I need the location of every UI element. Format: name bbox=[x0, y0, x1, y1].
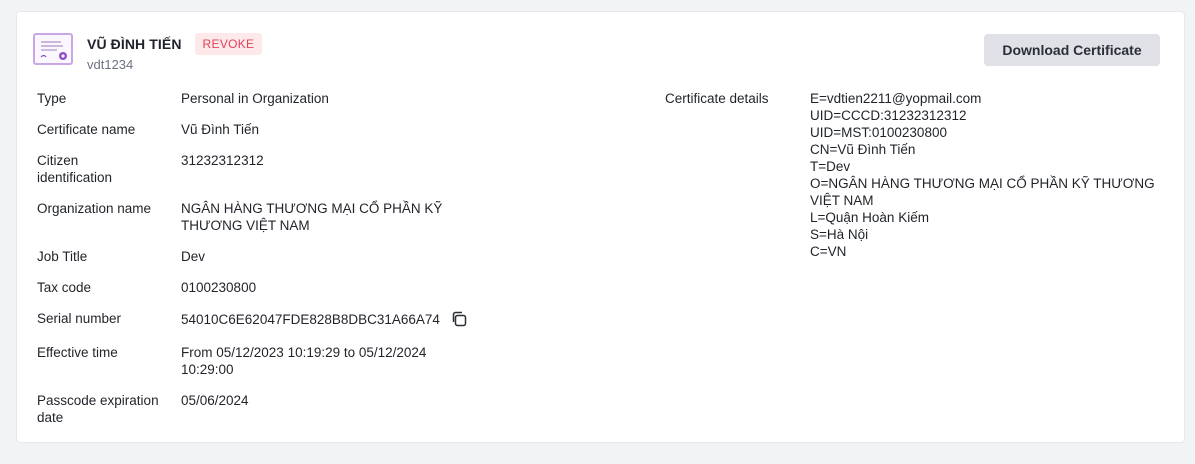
holder-info: VŨ ĐÌNH TIẾN REVOKE vdt1234 bbox=[87, 33, 263, 72]
field-value: NGÂN HÀNG THƯƠNG MẠI CỔ PHẦN KỸ THƯƠNG V… bbox=[181, 201, 443, 233]
field-value: From 05/12/2023 10:19:29 to 05/12/2024 1… bbox=[181, 345, 427, 377]
detail-line: CN=Vũ Đình Tiến bbox=[810, 142, 916, 157]
holder-name: VŨ ĐÌNH TIẾN bbox=[87, 36, 182, 52]
field-citizen-identification: Citizen identification 31232312312 bbox=[37, 152, 597, 186]
field-serial-number: Serial number 54010C6E62047FDE828B8DBC31… bbox=[37, 310, 597, 328]
field-label: Effective time bbox=[37, 345, 118, 360]
copy-icon[interactable] bbox=[450, 310, 468, 328]
certificate-card: VŨ ĐÌNH TIẾN REVOKE vdt1234 Download Cer… bbox=[16, 11, 1185, 443]
detail-line: E=vdtien2211@yopmail.com bbox=[810, 91, 982, 106]
field-label: Citizen identification bbox=[37, 153, 113, 185]
detail-line: T=Dev bbox=[810, 159, 851, 174]
detail-line: UID=MST:0100230800 bbox=[810, 125, 947, 140]
certificate-details-label: Certificate details bbox=[665, 91, 769, 106]
field-label: Passcode expiration date bbox=[37, 393, 159, 425]
detail-line: UID=CCCD:31232312312 bbox=[810, 108, 967, 123]
detail-line: O=NGÂN HÀNG THƯƠNG MẠI CỔ PHẦN KỸ THƯƠNG… bbox=[810, 176, 1155, 208]
field-label: Tax code bbox=[37, 280, 92, 295]
certificate-details: Certificate details E=vdtien2211@yopmail… bbox=[665, 90, 1160, 260]
detail-line: S=Hà Nội bbox=[810, 227, 869, 242]
field-value: Dev bbox=[181, 249, 206, 264]
holder-name-row: VŨ ĐÌNH TIẾN REVOKE bbox=[87, 33, 263, 55]
field-organization-name: Organization name NGÂN HÀNG THƯƠNG MẠI C… bbox=[37, 200, 597, 234]
field-value: 0100230800 bbox=[181, 280, 257, 295]
field-type: Type Personal in Organization bbox=[37, 90, 597, 107]
field-value: Personal in Organization bbox=[181, 91, 329, 106]
field-label: Certificate name bbox=[37, 122, 136, 137]
field-job-title: Job Title Dev bbox=[37, 248, 597, 265]
certificate-icon bbox=[33, 33, 73, 65]
detail-line: C=VN bbox=[810, 244, 847, 259]
field-value: 05/06/2024 bbox=[181, 393, 249, 408]
field-tax-code: Tax code 0100230800 bbox=[37, 279, 597, 296]
field-label: Job Title bbox=[37, 249, 88, 264]
holder-username: vdt1234 bbox=[87, 57, 134, 72]
field-label: Serial number bbox=[37, 311, 122, 326]
certificate-details-lines: E=vdtien2211@yopmail.com UID=CCCD:312323… bbox=[810, 90, 1160, 260]
field-value: 54010C6E62047FDE828B8DBC31A66A74 bbox=[181, 311, 440, 327]
detail-line: L=Quận Hoàn Kiếm bbox=[810, 210, 929, 225]
field-certificate-name: Certificate name Vũ Đình Tiến bbox=[37, 121, 597, 138]
status-badge: REVOKE bbox=[194, 33, 263, 55]
field-value: Vũ Đình Tiến bbox=[181, 122, 260, 137]
field-label: Type bbox=[37, 91, 67, 106]
serial-value-row: 54010C6E62047FDE828B8DBC31A66A74 bbox=[181, 310, 468, 328]
field-value: 31232312312 bbox=[181, 153, 264, 168]
certificate-fields: Type Personal in Organization Certificat… bbox=[37, 90, 597, 440]
field-label: Organization name bbox=[37, 201, 152, 216]
field-effective-time: Effective time From 05/12/2023 10:19:29 … bbox=[37, 344, 597, 378]
certificate-header: VŨ ĐÌNH TIẾN REVOKE vdt1234 bbox=[33, 33, 263, 72]
download-certificate-button[interactable]: Download Certificate bbox=[984, 34, 1160, 66]
field-passcode-expiration: Passcode expiration date 05/06/2024 bbox=[37, 392, 597, 426]
